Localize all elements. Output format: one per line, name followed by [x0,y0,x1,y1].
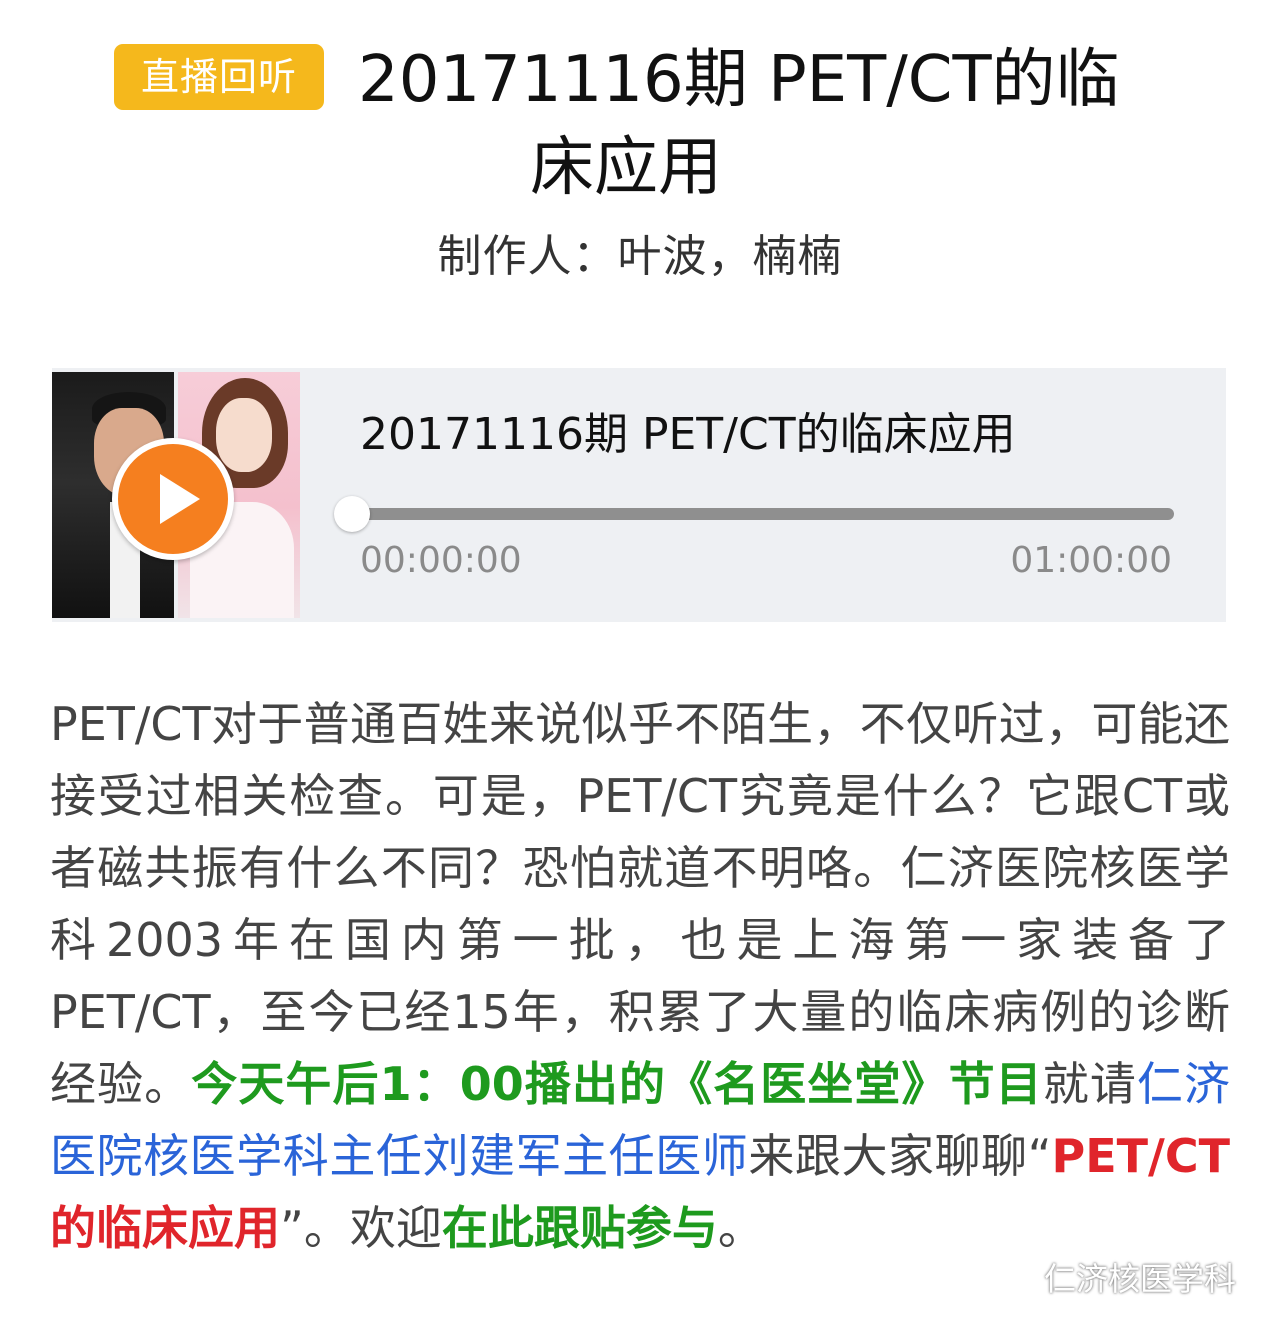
article-text: 就请 [1042,1057,1137,1111]
progress-bar[interactable] [352,508,1174,520]
highlight-program-time: 今天午后1：00播出的《名医坐堂》节目 [191,1057,1043,1111]
play-icon [160,474,200,524]
article-text: 来跟大家聊聊“ [748,1129,1052,1183]
audio-player: 20171116期 PET/CT的临床应用 00:00:00 01:00:00 [52,368,1226,622]
highlight-participate: 在此跟贴参与 [441,1201,718,1255]
progress-knob[interactable] [334,496,370,532]
article-text: PET/CT对于普通百姓来说似乎不陌生，不仅听过，可能还接受过相关检查。可是，P… [50,697,1230,1111]
watermark: 仁济核医学科 [994,1254,1236,1300]
title-line-1: 20171116期 PET/CT的临 [358,43,1120,117]
wechat-icon [994,1260,1037,1293]
play-button[interactable] [112,438,234,560]
article-text: 。 [717,1201,764,1255]
replay-badge: 直播回听 [114,44,324,110]
article-header: 直播回听 20171116期 PET/CT的临 床应用 制作人：叶波，楠楠 [0,0,1280,320]
watermark-text: 仁济核医学科 [1043,1260,1236,1298]
article-text: ”。欢迎 [280,1201,442,1255]
track-title: 20171116期 PET/CT的临床应用 [360,409,1016,460]
producer-credit: 制作人：叶波，楠楠 [437,231,843,282]
total-time: 01:00:00 [1010,540,1172,581]
current-time: 00:00:00 [360,540,522,581]
title-line-2: 床应用 [530,131,722,205]
page-title: 20171116期 PET/CT的临 床应用 [358,36,1188,212]
article-body: PET/CT对于普通百姓来说似乎不陌生，不仅听过，可能还接受过相关检查。可是，P… [50,688,1230,1264]
cover-image [52,372,300,618]
